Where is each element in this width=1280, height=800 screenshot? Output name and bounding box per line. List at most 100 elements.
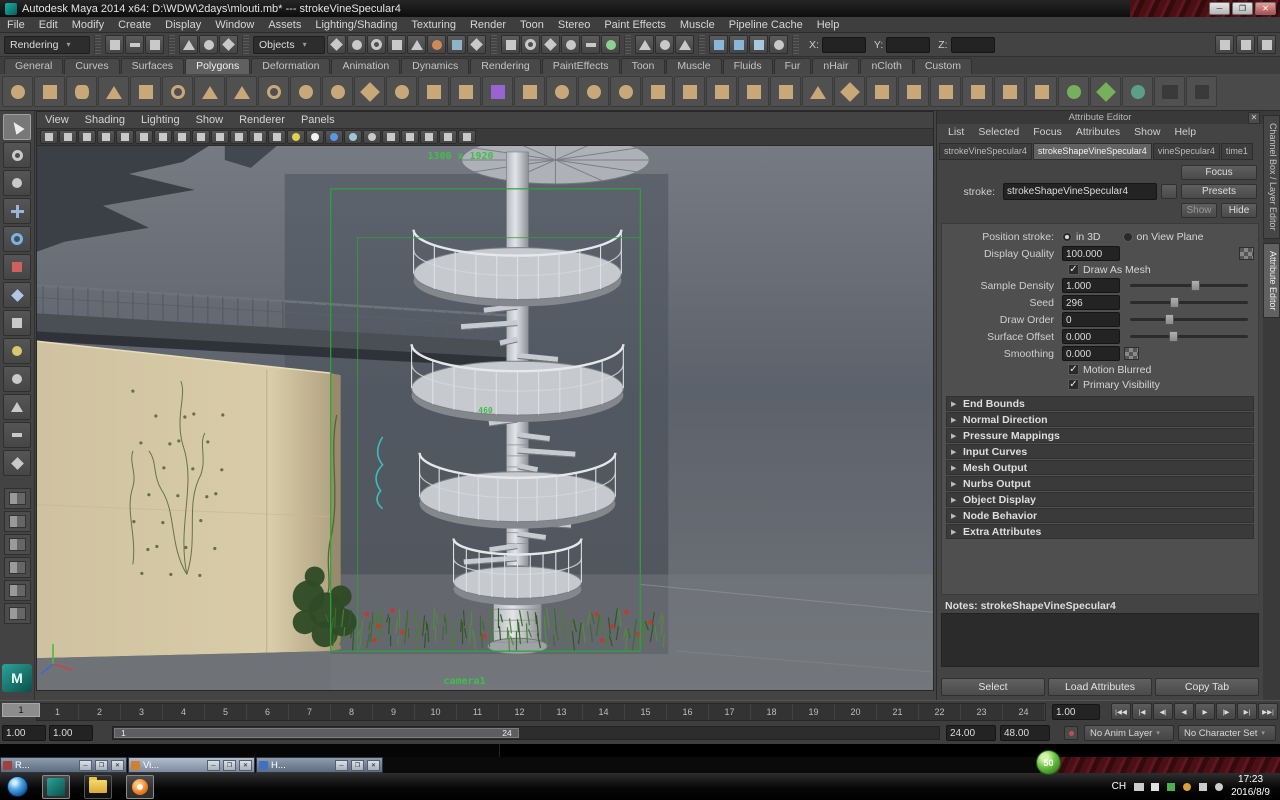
menu-item[interactable]: Pipeline Cache <box>722 19 810 31</box>
poly-reduce-icon[interactable] <box>674 76 705 107</box>
select-dynamics-icon[interactable] <box>427 35 446 54</box>
shelf-tab[interactable]: General <box>4 58 64 74</box>
scale-tool[interactable] <box>3 254 31 280</box>
attribute-editor-menu-item[interactable]: Selected <box>971 126 1026 138</box>
poly-wedge-icon[interactable] <box>802 76 833 107</box>
boolean-intersection-icon[interactable] <box>610 76 641 107</box>
input-connections-icon[interactable] <box>635 35 654 54</box>
menu-item[interactable]: Create <box>111 19 158 31</box>
poly-extract-icon[interactable] <box>514 76 545 107</box>
sculpt-geometry-icon[interactable] <box>386 76 417 107</box>
draw-order-slider[interactable] <box>1130 313 1248 326</box>
auto-keyframe-icon[interactable] <box>1064 726 1078 740</box>
surface-offset-slider[interactable] <box>1130 330 1248 343</box>
shelf-tab[interactable]: Dynamics <box>401 58 470 74</box>
draw-order-field[interactable]: 0 <box>1062 312 1120 327</box>
subdiv-cube-icon[interactable] <box>482 76 513 107</box>
menu-item[interactable]: Muscle <box>673 19 722 31</box>
grease-pencil-tool[interactable] <box>3 422 31 448</box>
panel-menu-item[interactable]: Panels <box>293 114 343 126</box>
soft-mod-tool[interactable] <box>3 338 31 364</box>
boolean-difference-icon[interactable] <box>578 76 609 107</box>
minimized-window-r[interactable]: R... ─ ❐ ✕ <box>0 757 127 773</box>
frame-tick[interactable]: 15 <box>625 704 667 720</box>
textured-mode-icon[interactable] <box>420 130 438 144</box>
layout-two-pane-stacked[interactable] <box>3 534 31 555</box>
restore-button[interactable]: ❐ <box>351 759 364 771</box>
current-time-field[interactable]: 1.00 <box>1052 704 1100 720</box>
focus-button[interactable]: Focus <box>1181 165 1257 180</box>
time-slider-track[interactable]: 1 2 3 4 5 6 7 8 9 10 11 12 13 14 15 16 17 18 19 20 21 22 23 24 <box>36 703 1046 721</box>
select-tool[interactable] <box>3 114 31 140</box>
sidebar-channel-box-icon[interactable] <box>1257 35 1276 54</box>
shelf-tab[interactable]: Fur <box>773 58 812 74</box>
speedup-ball-badge[interactable]: 50 <box>1036 750 1061 775</box>
attribute-editor-tab[interactable]: strokeVineSpecular4 <box>939 143 1032 160</box>
frame-tick[interactable]: 21 <box>877 704 919 720</box>
minimized-window-h[interactable]: H... ─ ❐ ✕ <box>256 757 383 773</box>
save-scene-icon[interactable] <box>145 35 164 54</box>
safety-tray-icon[interactable] <box>1164 780 1177 793</box>
shelf-tab[interactable]: Fluids <box>722 58 773 74</box>
play-forwards-button[interactable]: ▶ <box>1195 703 1215 720</box>
frame-tick[interactable]: 24 <box>1003 704 1045 720</box>
frame-tick[interactable]: 2 <box>79 704 121 720</box>
menu-item[interactable]: Lighting/Shading <box>308 19 404 31</box>
quadrangulate-icon[interactable] <box>1186 76 1217 107</box>
minimize-button[interactable]: ─ <box>1209 2 1230 15</box>
camera-attributes-icon[interactable] <box>78 130 96 144</box>
display-quality-map-icon[interactable] <box>1239 247 1254 260</box>
boolean-union-icon[interactable] <box>546 76 577 107</box>
frame-tick[interactable]: 20 <box>835 704 877 720</box>
poly-cylinder-icon[interactable] <box>66 76 97 107</box>
select-object-icon[interactable] <box>199 35 218 54</box>
sculpt-tool[interactable] <box>3 366 31 392</box>
shelf-tab[interactable]: Custom <box>913 58 973 74</box>
poly-plane-icon[interactable] <box>130 76 161 107</box>
go-to-end-button[interactable]: ▶▶| <box>1258 703 1278 720</box>
step-forward-frame-button[interactable]: |▶ <box>1216 703 1236 720</box>
panel-menu-item[interactable]: Show <box>188 114 232 126</box>
step-forward-key-button[interactable]: ▶| <box>1237 703 1257 720</box>
go-to-start-button[interactable]: |◀◀ <box>1111 703 1131 720</box>
volume-tray-icon[interactable] <box>1212 780 1225 793</box>
layout-persp-outliner[interactable] <box>3 580 31 601</box>
group-separator[interactable] <box>624 34 631 55</box>
display-quality-field[interactable]: 100.000 <box>1062 246 1120 261</box>
smoothing-field[interactable]: 0.000 <box>1062 346 1120 361</box>
current-frame-marker[interactable]: 1 <box>2 703 40 717</box>
resolution-gate-icon[interactable] <box>192 130 210 144</box>
play-backwards-button[interactable]: ◀ <box>1174 703 1194 720</box>
poly-pyramid-icon[interactable] <box>226 76 257 107</box>
y-coord-field[interactable] <box>886 36 931 53</box>
frame-tick[interactable]: 18 <box>751 704 793 720</box>
safe-title-icon[interactable] <box>268 130 286 144</box>
position-in-3d-radio[interactable] <box>1062 231 1072 242</box>
select-component-icon[interactable] <box>219 35 238 54</box>
append-to-polygon-icon[interactable] <box>770 76 801 107</box>
poly-separate-icon[interactable] <box>450 76 481 107</box>
presets-button[interactable]: Presets <box>1181 184 1257 199</box>
animation-start-field[interactable]: 1.00 <box>2 725 46 741</box>
position-on-view-plane-radio[interactable] <box>1122 231 1133 242</box>
shelf-tab[interactable]: nCloth <box>860 58 913 74</box>
poly-cut-icon[interactable] <box>866 76 897 107</box>
menu-item[interactable]: File <box>0 19 32 31</box>
selection-mask-dropdown[interactable]: Objects <box>253 35 325 54</box>
grid-toggle-icon[interactable] <box>154 130 172 144</box>
shadows-toggle-icon[interactable] <box>325 130 343 144</box>
move-tool[interactable] <box>3 198 31 224</box>
construction-history-icon[interactable] <box>655 35 674 54</box>
x-coord-field[interactable] <box>821 36 866 53</box>
frame-tick[interactable]: 23 <box>961 704 1003 720</box>
shelf-tab[interactable]: Muscle <box>666 58 722 74</box>
end-bounds-section[interactable]: End Bounds <box>946 396 1254 411</box>
mesh-output-section[interactable]: Mesh Output <box>946 460 1254 475</box>
poly-poke-icon[interactable] <box>834 76 865 107</box>
panel-menu-item[interactable]: View <box>37 114 77 126</box>
select-surfaces-icon[interactable] <box>387 35 406 54</box>
show-button[interactable]: Show <box>1181 203 1217 218</box>
lighting-toggle-icon[interactable] <box>306 130 324 144</box>
safe-action-icon[interactable] <box>249 130 267 144</box>
smoothing-map-icon[interactable] <box>1124 347 1139 360</box>
